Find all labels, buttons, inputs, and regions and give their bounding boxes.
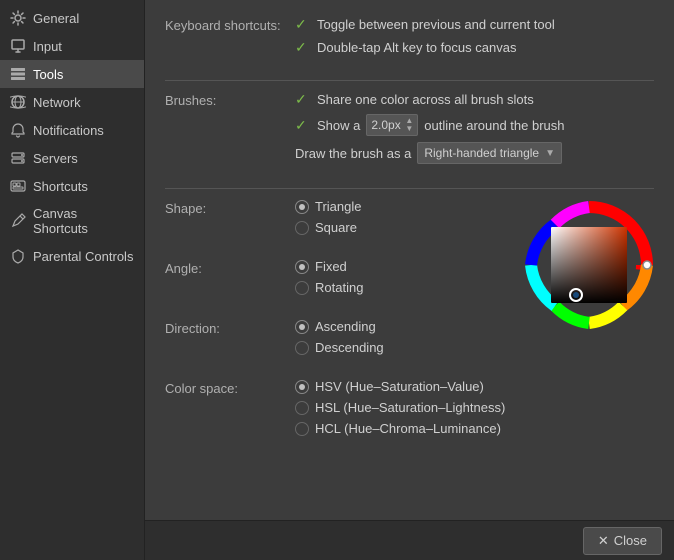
shape-square-text: Square [315, 220, 357, 235]
angle-label: Angle: [165, 259, 295, 301]
direction-label: Direction: [165, 319, 295, 361]
sidebar-item-label: General [33, 11, 79, 26]
sidebar-item-general[interactable]: General [0, 4, 144, 32]
direction-descending-radio[interactable] [295, 341, 309, 355]
main-content: Keyboard shortcuts: ✓ Toggle between pre… [145, 0, 674, 560]
brushes-option2-row: ✓ Show a ▲ ▼ outline around the brush [295, 114, 654, 136]
brushes-section: Brushes: ✓ Share one color across all br… [165, 91, 654, 170]
check1-icon: ✓ [295, 16, 311, 33]
sidebar: General Input Tools [0, 0, 145, 560]
sidebar-item-label: Input [33, 39, 62, 54]
shape-triangle-text: Triangle [315, 199, 361, 214]
tools-icon [10, 66, 26, 82]
color-space-hsl-radio[interactable] [295, 401, 309, 415]
brushes-option2-prefix: Show a [317, 118, 360, 133]
brushes-option1-text: Share one color across all brush slots [317, 92, 534, 107]
color-space-hsv-radio[interactable] [295, 380, 309, 394]
spinbox-arrows[interactable]: ▲ ▼ [405, 117, 413, 133]
sidebar-item-label: Canvas Shortcuts [33, 206, 134, 236]
app-window: General Input Tools [0, 0, 674, 560]
color-wheel-svg[interactable] [524, 200, 654, 330]
brushes-content: ✓ Share one color across all brush slots… [295, 91, 654, 170]
sidebar-item-servers[interactable]: Servers [0, 144, 144, 172]
sidebar-item-parental-controls[interactable]: Parental Controls [0, 242, 144, 270]
direction-descending-text: Descending [315, 340, 384, 355]
brushes-option3-prefix: Draw the brush as a [295, 146, 411, 161]
direction-ascending-radio[interactable] [295, 320, 309, 334]
sidebar-item-label: Parental Controls [33, 249, 133, 264]
brushes-option3-row: Draw the brush as a Right-handed triangl… [295, 142, 654, 164]
dropdown-arrow-icon: ▼ [545, 148, 555, 159]
sidebar-item-label: Tools [33, 67, 63, 82]
general-icon [10, 10, 26, 26]
sidebar-item-shortcuts[interactable]: Shortcuts [0, 172, 144, 200]
direction-ascending-text: Ascending [315, 319, 376, 334]
sidebar-item-label: Servers [33, 151, 78, 166]
check3-icon: ✓ [295, 91, 311, 108]
sidebar-item-canvas-shortcuts[interactable]: Canvas Shortcuts [0, 200, 144, 242]
color-space-hcl-radio[interactable] [295, 422, 309, 436]
direction-option2-row[interactable]: Descending [295, 340, 654, 355]
brush-shape-dropdown[interactable]: Right-handed triangle ▼ [417, 142, 562, 164]
color-space-label: Color space: [165, 379, 295, 442]
angle-fixed-text: Fixed [315, 259, 347, 274]
divider1 [165, 80, 654, 81]
color-space-section: Color space: HSV (Hue–Saturation–Value) … [165, 379, 654, 442]
notifications-icon [10, 122, 26, 138]
angle-rotating-radio[interactable] [295, 281, 309, 295]
sidebar-item-notifications[interactable]: Notifications [0, 116, 144, 144]
color-space-hcl-text: HCL (Hue–Chroma–Luminance) [315, 421, 501, 436]
brush-size-spinbox[interactable]: ▲ ▼ [366, 114, 418, 136]
shape-label: Shape: [165, 199, 295, 241]
keyboard-option1-text: Toggle between previous and current tool [317, 17, 555, 32]
check4-icon: ✓ [295, 117, 311, 134]
canvas-shortcuts-icon [10, 213, 26, 229]
color-space-option3-row[interactable]: HCL (Hue–Chroma–Luminance) [295, 421, 654, 436]
brushes-option2-suffix: outline around the brush [424, 118, 564, 133]
close-label: Close [614, 533, 647, 548]
servers-icon [10, 150, 26, 166]
sidebar-item-label: Shortcuts [33, 179, 88, 194]
sidebar-item-tools[interactable]: Tools [0, 60, 144, 88]
brushes-label: Brushes: [165, 91, 295, 170]
sidebar-item-input[interactable]: Input [0, 32, 144, 60]
close-button[interactable]: ✕ Close [583, 527, 662, 555]
keyboard-shortcuts-content: ✓ Toggle between previous and current to… [295, 16, 654, 62]
sidebar-item-label: Notifications [33, 123, 104, 138]
brushes-option1-row: ✓ Share one color across all brush slots [295, 91, 654, 108]
shape-square-radio[interactable] [295, 221, 309, 235]
shortcuts-icon [10, 178, 26, 194]
shape-triangle-radio[interactable] [295, 200, 309, 214]
brush-size-input[interactable] [371, 118, 403, 132]
color-space-hsv-text: HSV (Hue–Saturation–Value) [315, 379, 484, 394]
color-wheel-container[interactable] [524, 200, 654, 330]
bottom-bar: ✕ Close [145, 520, 674, 560]
color-space-hsl-text: HSL (Hue–Saturation–Lightness) [315, 400, 505, 415]
color-space-option1-row[interactable]: HSV (Hue–Saturation–Value) [295, 379, 654, 394]
parental-controls-icon [10, 248, 26, 264]
brush-shape-value: Right-handed triangle [424, 146, 539, 160]
angle-fixed-radio[interactable] [295, 260, 309, 274]
divider2 [165, 188, 654, 189]
keyboard-option1-row: ✓ Toggle between previous and current to… [295, 16, 654, 33]
keyboard-shortcuts-section: Keyboard shortcuts: ✓ Toggle between pre… [165, 16, 654, 62]
sidebar-item-network[interactable]: Network [0, 88, 144, 116]
network-icon [10, 94, 26, 110]
keyboard-option2-row: ✓ Double-tap Alt key to focus canvas [295, 39, 654, 56]
sidebar-item-label: Network [33, 95, 81, 110]
input-icon [10, 38, 26, 54]
hue-selector-dot[interactable] [643, 261, 651, 269]
color-space-content: HSV (Hue–Saturation–Value) HSL (Hue–Satu… [295, 379, 654, 442]
keyboard-option2-text: Double-tap Alt key to focus canvas [317, 40, 516, 55]
angle-rotating-text: Rotating [315, 280, 363, 295]
keyboard-shortcuts-label: Keyboard shortcuts: [165, 16, 295, 62]
spinbox-down-icon[interactable]: ▼ [405, 125, 413, 133]
color-space-option2-row[interactable]: HSL (Hue–Saturation–Lightness) [295, 400, 654, 415]
check2-icon: ✓ [295, 39, 311, 56]
close-icon: ✕ [598, 533, 609, 549]
